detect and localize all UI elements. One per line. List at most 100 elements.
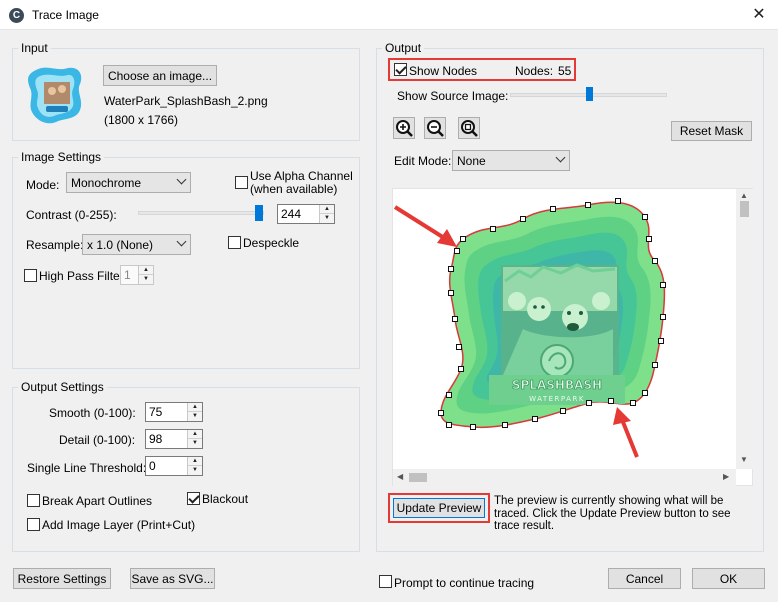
trace-node[interactable] <box>446 422 452 428</box>
choose-image-button[interactable]: Choose an image... <box>103 65 217 86</box>
trace-node[interactable] <box>520 216 526 222</box>
despeckle-checkbox[interactable] <box>228 236 241 249</box>
preview-note: The preview is currently showing what wi… <box>494 495 731 532</box>
spin-down-icon[interactable]: ▼ <box>320 214 334 223</box>
trace-node[interactable] <box>550 206 556 212</box>
nodes-count-value: 55 <box>558 64 572 78</box>
trace-node[interactable] <box>642 214 648 220</box>
zoom-out-icon <box>427 120 444 137</box>
preview-horizontal-scrollbar[interactable]: ◀ ▶ <box>393 469 736 486</box>
ok-button[interactable]: OK <box>692 568 765 589</box>
input-filename: WaterPark_SplashBash_2.png <box>104 94 268 108</box>
save-as-svg-button[interactable]: Save as SVG... <box>130 568 215 589</box>
scroll-left-icon[interactable]: ◀ <box>397 472 403 481</box>
zoom-out-button[interactable] <box>424 117 446 139</box>
trace-node[interactable] <box>448 266 454 272</box>
trace-preview[interactable]: SPLASHBASH WATERPARK ▲ ▼ ◀ ▶ <box>392 188 753 486</box>
prompt-continue-checkbox[interactable] <box>379 575 392 588</box>
trace-node[interactable] <box>660 282 666 288</box>
trace-node[interactable] <box>652 258 658 264</box>
trace-node[interactable] <box>585 202 591 208</box>
show-nodes-checkbox[interactable] <box>394 63 407 76</box>
spin-down-icon: ▼ <box>139 275 153 284</box>
title-bar <box>0 0 778 30</box>
trace-node[interactable] <box>446 392 452 398</box>
chevron-down-icon <box>176 174 187 185</box>
threshold-spinbox[interactable]: 0 ▲ ▼ <box>145 456 203 476</box>
chevron-down-icon <box>176 236 187 247</box>
nodes-count-label: Nodes: <box>515 64 554 78</box>
spin-up-icon[interactable]: ▲ <box>188 430 202 439</box>
trace-node[interactable] <box>615 198 621 204</box>
close-icon[interactable]: ✕ <box>748 4 770 26</box>
zoom-fit-button[interactable] <box>458 117 480 139</box>
mode-select-value: Monochrome <box>71 176 142 190</box>
trace-node[interactable] <box>448 290 454 296</box>
trace-node[interactable] <box>660 314 666 320</box>
smooth-spinbox[interactable]: 75 ▲ ▼ <box>145 402 203 422</box>
edit-mode-value: None <box>457 154 486 168</box>
threshold-label: Single Line Threshold: <box>27 461 147 475</box>
break-apart-checkbox[interactable] <box>27 494 40 507</box>
trace-node[interactable] <box>630 400 636 406</box>
alpha-channel-label: Use Alpha Channel (when available) <box>250 170 353 196</box>
trace-node[interactable] <box>560 408 566 414</box>
spin-down-icon[interactable]: ▼ <box>188 412 202 421</box>
prompt-continue-label: Prompt to continue tracing <box>394 576 535 590</box>
preview-vertical-scrollbar[interactable]: ▲ ▼ <box>736 189 753 469</box>
scroll-right-icon[interactable]: ▶ <box>723 472 729 481</box>
spin-down-icon[interactable]: ▼ <box>188 466 202 475</box>
high-pass-checkbox[interactable] <box>24 269 37 282</box>
restore-settings-button[interactable]: Restore Settings <box>13 568 111 589</box>
trace-node[interactable] <box>608 398 614 404</box>
trace-node[interactable] <box>646 236 652 242</box>
trace-node[interactable] <box>490 226 496 232</box>
contrast-spinbox[interactable]: 244 ▲ ▼ <box>277 204 335 224</box>
spin-up-icon: ▲ <box>139 266 153 275</box>
trace-node[interactable] <box>452 316 458 322</box>
resample-label: Resample: <box>26 238 84 252</box>
reset-mask-button[interactable]: Reset Mask <box>671 121 752 141</box>
scroll-down-icon[interactable]: ▼ <box>740 455 748 464</box>
trace-node[interactable] <box>460 236 466 242</box>
logo-text-splashbash: SPLASHBASH <box>512 378 602 392</box>
break-apart-label: Break Apart Outlines <box>42 494 153 508</box>
zoom-in-button[interactable] <box>393 117 415 139</box>
cancel-button[interactable]: Cancel <box>608 568 681 589</box>
trace-node[interactable] <box>458 366 464 372</box>
trace-node[interactable] <box>532 416 538 422</box>
mode-select[interactable]: Monochrome <box>66 172 191 193</box>
alpha-label-line2: (when available) <box>250 182 338 196</box>
zoom-in-icon <box>396 120 413 137</box>
contrast-value: 244 <box>281 207 302 221</box>
spin-up-icon[interactable]: ▲ <box>188 403 202 412</box>
contrast-slider-thumb[interactable] <box>254 205 263 221</box>
update-preview-button[interactable]: Update Preview <box>393 498 485 518</box>
contrast-slider-track[interactable] <box>138 211 264 215</box>
trace-node[interactable] <box>652 362 658 368</box>
vertical-scroll-thumb[interactable] <box>740 201 749 217</box>
trace-node[interactable] <box>658 338 664 344</box>
detail-spinbox[interactable]: 98 ▲ ▼ <box>145 429 203 449</box>
trace-node[interactable] <box>642 390 648 396</box>
add-image-layer-label: Add Image Layer (Print+Cut) <box>42 518 196 532</box>
trace-node[interactable] <box>438 410 444 416</box>
trace-node[interactable] <box>586 400 592 406</box>
trace-node[interactable] <box>454 248 460 254</box>
mode-label: Mode: <box>26 178 60 192</box>
add-image-layer-checkbox[interactable] <box>27 518 40 531</box>
blackout-checkbox[interactable] <box>187 492 200 505</box>
trace-node[interactable] <box>456 344 462 350</box>
trace-node[interactable] <box>470 424 476 430</box>
resample-select[interactable]: x 1.0 (None) <box>82 234 191 255</box>
spin-up-icon[interactable]: ▲ <box>320 205 334 214</box>
trace-node[interactable] <box>502 422 508 428</box>
spin-down-icon[interactable]: ▼ <box>188 439 202 448</box>
horizontal-scroll-thumb[interactable] <box>409 473 427 482</box>
spin-up-icon[interactable]: ▲ <box>188 457 202 466</box>
alpha-channel-checkbox[interactable] <box>235 176 248 189</box>
show-source-slider-thumb[interactable] <box>585 87 593 101</box>
edit-mode-select[interactable]: None <box>452 150 570 171</box>
show-nodes-label: Show Nodes <box>409 64 478 78</box>
scroll-up-icon[interactable]: ▲ <box>740 191 748 200</box>
